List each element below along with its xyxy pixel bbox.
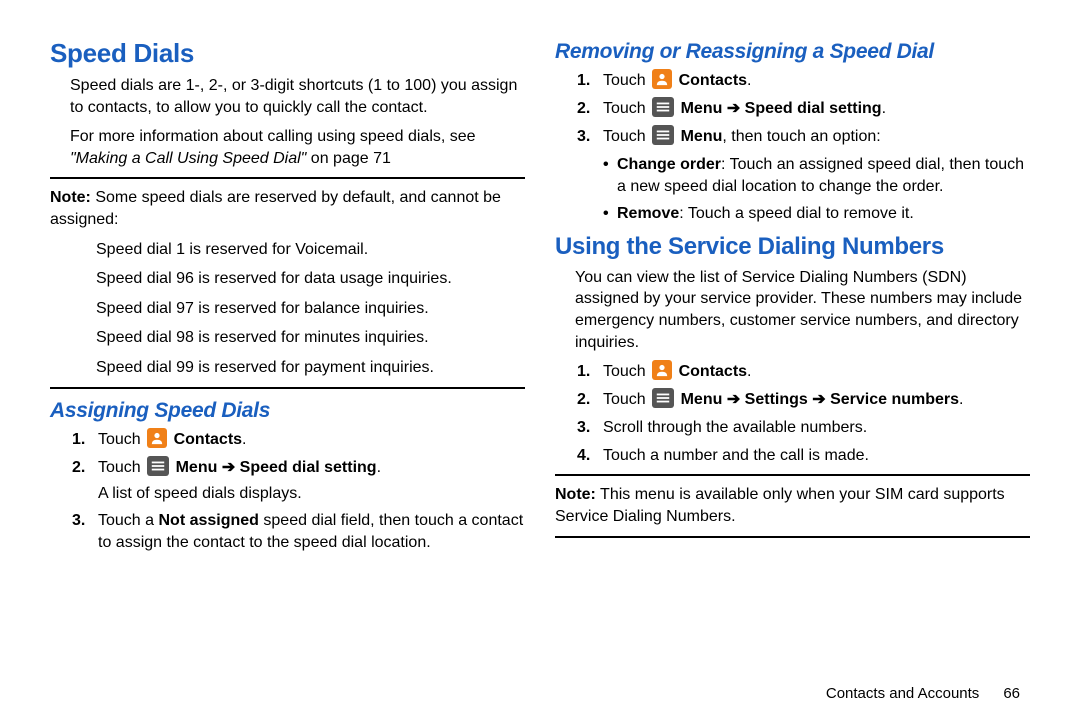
footer-section: Contacts and Accounts: [826, 685, 979, 702]
note-reserved: Note: Some speed dials are reserved by d…: [50, 187, 525, 230]
step-1: 1. Touch Contacts.: [72, 429, 525, 451]
step-dot: .: [377, 459, 381, 476]
menu-icon: [652, 388, 674, 408]
xref-lead: For more information about calling using…: [70, 128, 476, 145]
step-text: Touch a: [98, 512, 158, 529]
bullet-remove: Remove: Touch a speed dial to remove it.: [603, 203, 1030, 225]
removing-steps: 1. Touch Contacts. 2. Touch Menu ➔ Speed…: [555, 70, 1030, 148]
note-label: Note:: [555, 486, 596, 503]
service-numbers-label: Service numbers: [826, 391, 959, 408]
note-text: This menu is available only when your SI…: [555, 486, 1005, 525]
step-1: 1. Touch Contacts.: [577, 70, 1030, 92]
note-line-5: Speed dial 99 is reserved for payment in…: [50, 357, 525, 379]
step-dot: .: [242, 431, 246, 448]
assigning-steps: 1. Touch Contacts. 2. Touch Menu ➔ Speed…: [50, 429, 525, 554]
step-dot: .: [882, 100, 886, 117]
divider: [555, 474, 1030, 476]
heading-speed-dials: Speed Dials: [50, 38, 525, 69]
step-text: Touch: [603, 72, 650, 89]
note-intro-text: Some speed dials are reserved by default…: [50, 189, 501, 228]
bullet-change-order: Change order: Touch an assigned speed di…: [603, 154, 1030, 197]
divider: [50, 387, 525, 389]
not-assigned-label: Not assigned: [158, 512, 258, 529]
option-bullets: Change order: Touch an assigned speed di…: [555, 154, 1030, 225]
heading-removing-reassigning: Removing or Reassigning a Speed Dial: [555, 40, 1030, 64]
step-text: Touch: [603, 363, 650, 380]
step-3: 3. Touch Menu, then touch an option:: [577, 126, 1030, 148]
step-text: Scroll through the available numbers.: [603, 419, 867, 436]
step-text: Touch a number and the call is made.: [603, 447, 869, 464]
heading-service-dialing: Using the Service Dialing Numbers: [555, 233, 1030, 261]
page: Speed Dials Speed dials are 1-, 2-, or 3…: [0, 0, 1080, 569]
note-line-3: Speed dial 97 is reserved for balance in…: [50, 298, 525, 320]
step-2: 2. Touch Menu ➔ Speed dial setting.: [577, 98, 1030, 120]
step-3: 3. Touch a Not assigned speed dial field…: [72, 510, 525, 553]
xref-title: "Making a Call Using Speed Dial": [70, 150, 306, 167]
menu-icon: [652, 97, 674, 117]
contacts-icon: [652, 360, 672, 380]
bullet-label: Remove: [617, 205, 679, 222]
arrow-icon: ➔: [727, 100, 740, 117]
contacts-icon: [147, 428, 167, 448]
contacts-label: Contacts: [169, 431, 242, 448]
arrow-icon: ➔: [727, 391, 740, 408]
note-sdn: Note: This menu is available only when y…: [555, 484, 1030, 527]
contacts-label: Contacts: [674, 363, 747, 380]
divider: [50, 177, 525, 179]
menu-icon: [652, 125, 674, 145]
step-text: Touch: [98, 459, 145, 476]
left-column: Speed Dials Speed dials are 1-, 2-, or 3…: [50, 30, 525, 559]
note-line-1: Speed dial 1 is reserved for Voicemail.: [50, 239, 525, 261]
step-dot: .: [747, 72, 751, 89]
step-1: 1. Touch Contacts.: [577, 361, 1030, 383]
note-label: Note:: [50, 189, 91, 206]
settings-label: Settings: [740, 391, 812, 408]
step-3: 3.Scroll through the available numbers.: [577, 417, 1030, 439]
contacts-icon: [652, 69, 672, 89]
step-2: 2. Touch Menu ➔ Settings ➔ Service numbe…: [577, 389, 1030, 411]
footer-page-number: 66: [1003, 685, 1020, 702]
step-text: Touch: [603, 128, 650, 145]
sdn-steps: 1. Touch Contacts. 2. Touch Menu ➔ Setti…: [555, 361, 1030, 466]
right-column: Removing or Reassigning a Speed Dial 1. …: [555, 30, 1030, 559]
menu-label: Menu: [171, 459, 222, 476]
xref-tail: on page 71: [306, 150, 391, 167]
step-dot: .: [747, 363, 751, 380]
note-line-2: Speed dial 96 is reserved for data usage…: [50, 268, 525, 290]
sdn-description: You can view the list of Service Dialing…: [555, 267, 1030, 353]
menu-icon: [147, 456, 169, 476]
contacts-label: Contacts: [674, 72, 747, 89]
menu-label: Menu: [676, 100, 727, 117]
arrow-icon: ➔: [812, 391, 825, 408]
speed-dials-xref: For more information about calling using…: [50, 126, 525, 169]
step-text: Touch: [603, 391, 650, 408]
bullet-text: : Touch a speed dial to remove it.: [679, 205, 914, 222]
bullet-label: Change order: [617, 156, 721, 173]
step-text: Touch: [98, 431, 145, 448]
speed-dials-intro: Speed dials are 1-, 2-, or 3-digit short…: [50, 75, 525, 118]
step-dot: .: [959, 391, 963, 408]
menu-label: Menu: [676, 391, 727, 408]
heading-assigning-speed-dials: Assigning Speed Dials: [50, 399, 525, 423]
note-line-4: Speed dial 98 is reserved for minutes in…: [50, 327, 525, 349]
divider: [555, 536, 1030, 538]
step-4: 4.Touch a number and the call is made.: [577, 445, 1030, 467]
menu-label: Menu: [676, 128, 722, 145]
speed-dial-setting-label: Speed dial setting: [235, 459, 376, 476]
page-footer: Contacts and Accounts 66: [826, 685, 1020, 702]
step-2: 2. Touch Menu ➔ Speed dial setting. A li…: [72, 457, 525, 505]
arrow-icon: ➔: [222, 459, 235, 476]
step-text: Touch: [603, 100, 650, 117]
step-subtext: A list of speed dials displays.: [98, 483, 525, 505]
step-text-tail: , then touch an option:: [722, 128, 880, 145]
speed-dial-setting-label: Speed dial setting: [740, 100, 881, 117]
